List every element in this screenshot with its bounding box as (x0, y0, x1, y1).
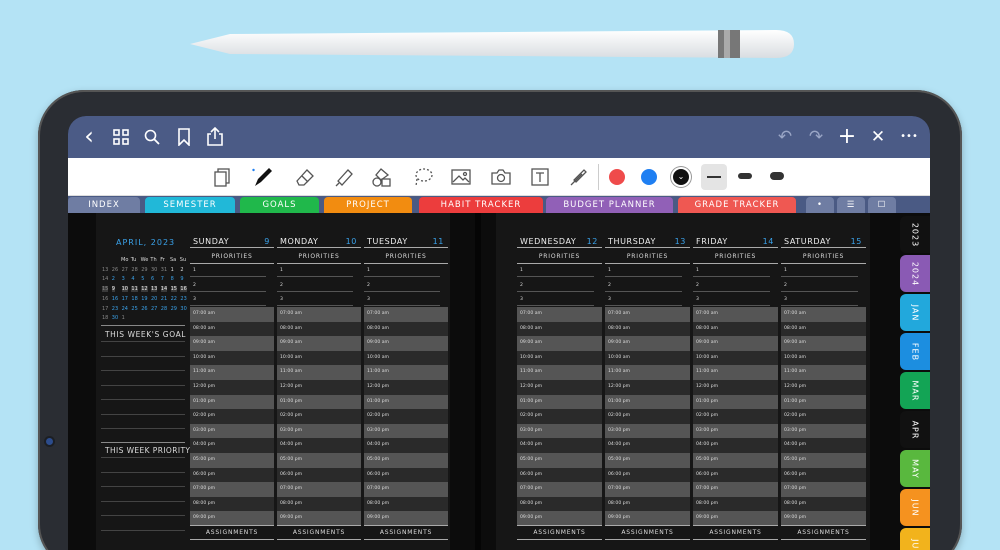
month-tab-feb[interactable]: FEB (900, 333, 930, 370)
search-icon[interactable] (141, 126, 163, 148)
laser-pointer-icon[interactable] (566, 164, 592, 190)
weekly-planner (68, 213, 930, 550)
tab-index[interactable]: INDEX (68, 197, 140, 213)
month-tab-label: FEB (910, 342, 920, 361)
lasso-icon[interactable] (410, 164, 436, 190)
text-icon[interactable] (527, 164, 553, 190)
tab-goals[interactable]: GOALS (240, 197, 319, 213)
section-tabs: INDEX SEMESTER GOALS PROJECT HABIT TRACK… (68, 196, 930, 213)
right-page (496, 213, 870, 550)
eraser-icon[interactable] (292, 164, 318, 190)
undo-icon[interactable]: ↶ (774, 126, 796, 148)
month-tab-label: JAN (910, 304, 920, 321)
medium-stroke-button[interactable] (738, 173, 752, 179)
month-tab-may[interactable]: MAY (900, 450, 930, 487)
month-tab-jan[interactable]: JAN (900, 294, 930, 331)
month-tab-label: APR (910, 420, 920, 439)
month-tab-label: MAY (910, 458, 920, 479)
tab-dot[interactable]: • (806, 197, 834, 213)
more-icon[interactable]: ••• (898, 126, 920, 148)
camera-icon[interactable] (488, 164, 514, 190)
month-tab-2023[interactable]: 2023 (900, 216, 930, 253)
tab-semester[interactable]: SEMESTER (145, 197, 235, 213)
left-page (96, 213, 450, 550)
tab-list[interactable]: ☰ (837, 197, 865, 213)
navigation-bar: ‹ ↶ ↷ + ✕ ••• (68, 116, 930, 158)
app-screen: ‹ ↶ ↷ + ✕ ••• ⌄ INDEX SEMESTER GOALS PRO… (68, 116, 930, 550)
highlighter-icon[interactable] (331, 164, 357, 190)
add-icon[interactable]: + (836, 126, 858, 148)
tab-habit-tracker[interactable]: HABIT TRACKER (419, 197, 543, 213)
tab-grade-tracker[interactable]: GRADE TRACKER (678, 197, 796, 213)
month-tab-apr[interactable]: APR (900, 411, 930, 448)
month-tab-mar[interactable]: MAR (900, 372, 930, 409)
image-icon[interactable] (448, 164, 474, 190)
apple-pencil (190, 30, 794, 58)
close-icon[interactable]: ✕ (867, 126, 889, 148)
back-icon[interactable]: ‹ (78, 124, 100, 148)
thick-stroke-button[interactable] (770, 172, 784, 180)
month-tab-label: JUN (910, 498, 920, 517)
shapes-icon[interactable] (369, 164, 395, 190)
blue-color-swatch[interactable] (641, 169, 657, 185)
thin-stroke-button[interactable] (701, 164, 727, 190)
month-tab-label: 2024 (910, 261, 920, 286)
red-color-swatch[interactable] (609, 169, 625, 185)
pen-icon[interactable] (250, 164, 276, 190)
black-color-swatch-selected[interactable]: ⌄ (673, 169, 689, 185)
month-tab-label: 2023 (910, 222, 920, 247)
month-tab-2024[interactable]: 2024 (900, 255, 930, 292)
tab-project[interactable]: PROJECT (324, 197, 412, 213)
redo-icon[interactable]: ↷ (805, 126, 827, 148)
month-tab-label: MAR (910, 380, 920, 401)
tab-budget-planner[interactable]: BUDGET PLANNER (546, 197, 673, 213)
month-tab-jun[interactable]: JUN (900, 489, 930, 526)
grid-icon[interactable] (110, 126, 132, 148)
month-tab-jul[interactable]: JUL (900, 528, 930, 550)
month-tab-label: JUL (910, 538, 920, 550)
camera (46, 438, 53, 445)
month-tabs: 2023 2024 JAN FEB MAR APR MAY JUN JUL (900, 216, 930, 550)
bookmark-icon[interactable] (173, 126, 195, 148)
tab-notes[interactable]: ☐ (868, 197, 896, 213)
drawing-toolbar: ⌄ (68, 158, 930, 196)
share-icon[interactable] (204, 126, 226, 148)
toolbar-divider (598, 164, 599, 190)
pages-icon[interactable] (210, 164, 236, 190)
page-spine (475, 213, 481, 550)
